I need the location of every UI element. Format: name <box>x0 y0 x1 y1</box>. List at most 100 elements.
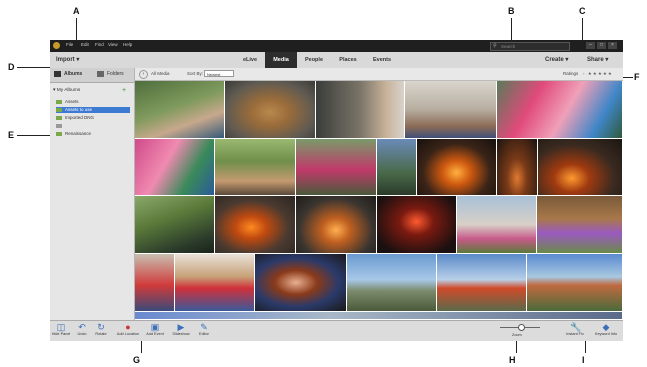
rotate-button[interactable]: ↻ Rotate <box>92 322 110 336</box>
photo-thumbnail[interactable] <box>135 196 215 254</box>
leader-a <box>76 18 77 42</box>
add-event-button[interactable]: ▣ Add Event <box>143 322 167 336</box>
zoom-label: Zoom <box>512 333 522 337</box>
play-icon: ▶ <box>177 322 185 332</box>
callout-c: C <box>579 6 586 16</box>
photo-thumbnail[interactable] <box>135 312 623 320</box>
album-imported-dng[interactable]: Imported DNG <box>56 115 94 121</box>
tab-albums[interactable]: Albums <box>64 71 82 77</box>
minimize-button[interactable]: – <box>586 42 595 49</box>
media-browser: ‹ All Media Sort By: Newest Ratings › ★★… <box>135 68 623 320</box>
menu-file[interactable]: File <box>66 42 73 47</box>
photo-thumbnail[interactable] <box>135 81 225 139</box>
album-renaissance[interactable]: Renaissance <box>56 131 91 137</box>
album-assets[interactable]: Assets <box>56 99 79 105</box>
add-album-icon[interactable]: + <box>122 87 126 94</box>
search-placeholder: Search <box>501 43 516 49</box>
callout-a: A <box>73 6 80 16</box>
photo-thumbnail[interactable] <box>175 254 255 312</box>
photo-thumbnail[interactable] <box>497 81 623 139</box>
organizer-window: File Edit Find View Help ⚲ Search – □ × … <box>50 40 623 341</box>
album-icon <box>56 115 62 120</box>
menu-view[interactable]: View <box>108 42 118 47</box>
zoom-slider-thumb[interactable] <box>518 324 525 331</box>
photo-thumbnail[interactable] <box>316 81 405 139</box>
bottom-bar: ◫ Hide Panel ↶ Undo ↻ Rotate ● Add Locat… <box>50 320 623 341</box>
tab-events[interactable]: Events <box>365 52 399 68</box>
location-pin-icon: ● <box>125 322 131 332</box>
import-button[interactable]: Import ▾ <box>56 56 79 63</box>
tab-folders[interactable]: Folders <box>107 71 124 77</box>
photo-thumbnail[interactable] <box>527 254 623 312</box>
callout-h: H <box>509 355 516 365</box>
album-icon <box>56 107 62 112</box>
album-group-collapsed[interactable] <box>56 123 65 129</box>
photo-thumbnail[interactable] <box>497 139 538 196</box>
all-media-label: All Media <box>151 71 170 76</box>
photo-thumbnail[interactable] <box>538 139 623 196</box>
photo-thumbnail[interactable] <box>296 196 377 254</box>
filter-bar: ‹ All Media Sort By: Newest Ratings › ★★… <box>135 68 623 81</box>
ratings-label: Ratings <box>563 71 579 76</box>
album-icon <box>56 99 62 104</box>
create-button[interactable]: Create ▾ <box>545 56 568 63</box>
close-button[interactable]: × <box>608 42 617 49</box>
photo-thumbnail[interactable] <box>417 139 497 196</box>
menu-help[interactable]: Help <box>123 42 132 47</box>
instant-fix-button[interactable]: 🔧 Instant Fix <box>562 322 588 336</box>
search-icon: ⚲ <box>493 43 497 49</box>
album-assets-to-use[interactable]: Assets to use <box>56 107 130 113</box>
album-icon <box>56 131 62 136</box>
menu-edit[interactable]: Edit <box>81 42 89 47</box>
tab-places[interactable]: Places <box>331 52 365 68</box>
add-location-button[interactable]: ● Add Location <box>114 322 142 336</box>
search-input[interactable]: ⚲ Search <box>490 42 570 51</box>
photo-thumbnail[interactable] <box>537 196 623 254</box>
wrench-icon: 🔧 <box>570 322 582 332</box>
chevron-down-icon: ▾ <box>605 57 609 63</box>
panel-tabs: Albums Folders <box>50 68 134 83</box>
photo-thumbnail[interactable] <box>457 196 537 254</box>
leader-b <box>511 18 512 42</box>
share-button[interactable]: Share ▾ <box>587 56 608 63</box>
editor-button[interactable]: ✎ Editor <box>195 322 213 336</box>
photo-thumbnail[interactable] <box>377 196 457 254</box>
slideshow-button[interactable]: ▶ Slideshow <box>170 322 192 336</box>
tab-elive[interactable]: eLive <box>235 52 265 68</box>
photo-thumbnail[interactable] <box>215 139 296 196</box>
photo-thumbnail[interactable] <box>135 254 175 312</box>
chevron-down-icon: ▾ <box>76 57 80 63</box>
tab-people[interactable]: People <box>297 52 331 68</box>
main-toolbar: Import ▾ eLive Media People Places Event… <box>50 52 623 69</box>
photo-thumbnail[interactable] <box>296 139 377 196</box>
app-logo-icon <box>53 42 60 49</box>
album-icon <box>56 123 62 128</box>
back-button[interactable]: ‹ <box>139 70 148 79</box>
ratings-stars[interactable]: › ★★★★★ <box>583 71 613 77</box>
chevron-down-icon: ▾ <box>565 57 569 63</box>
photo-thumbnail[interactable] <box>255 254 347 312</box>
tab-media[interactable]: Media <box>265 52 297 68</box>
callout-i: I <box>582 355 585 365</box>
sort-select[interactable]: Newest <box>204 70 234 77</box>
photo-grid <box>135 81 623 320</box>
menu-find[interactable]: Find <box>95 42 104 47</box>
photo-thumbnail[interactable] <box>135 139 215 196</box>
keyword-info-button[interactable]: ◆ Keyword Info <box>591 322 621 336</box>
photo-thumbnail[interactable] <box>225 81 316 139</box>
hide-panel-button[interactable]: ◫ Hide Panel <box>50 322 72 336</box>
title-bar: File Edit Find View Help ⚲ Search – □ × <box>50 40 623 52</box>
rotate-icon: ↻ <box>97 322 105 332</box>
photo-thumbnail[interactable] <box>405 81 497 139</box>
my-albums-header[interactable]: ▾ My Albums <box>53 88 80 93</box>
undo-button[interactable]: ↶ Undo <box>75 322 89 336</box>
tag-icon: ◆ <box>602 322 610 332</box>
maximize-button[interactable]: □ <box>597 42 606 49</box>
photo-thumbnail[interactable] <box>377 139 417 196</box>
photo-thumbnail[interactable] <box>215 196 296 254</box>
photo-thumbnail[interactable] <box>437 254 527 312</box>
photo-thumbnail[interactable] <box>347 254 437 312</box>
event-icon: ▣ <box>150 322 160 332</box>
chevron-down-icon: ▾ <box>53 88 56 93</box>
albums-icon <box>54 71 61 77</box>
